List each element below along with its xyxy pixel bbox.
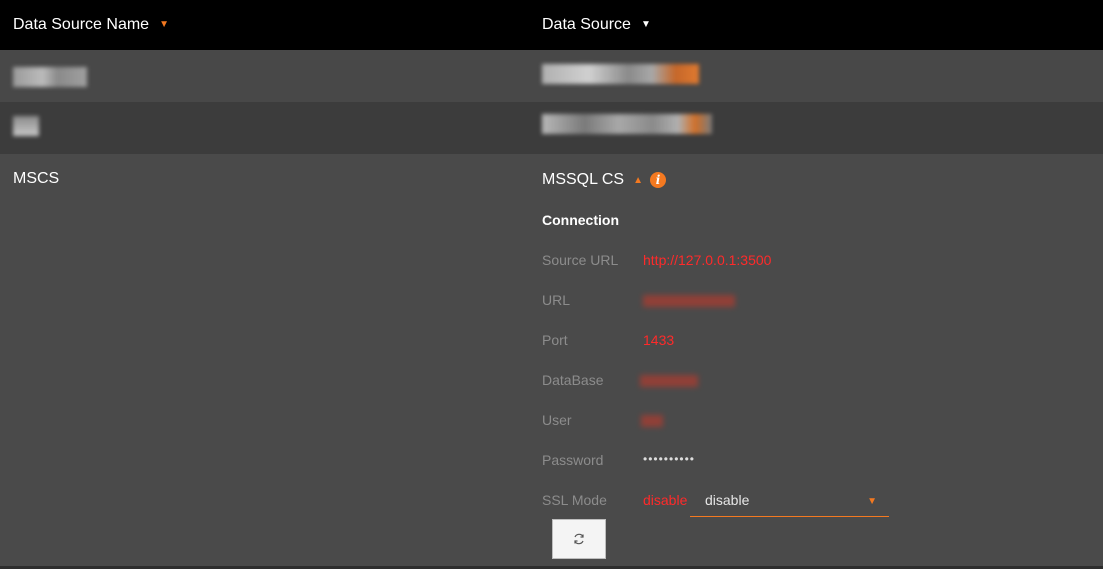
redacted-user-value	[641, 415, 663, 427]
password-label: Password	[542, 452, 604, 468]
info-icon[interactable]: i	[650, 172, 666, 188]
redacted-datasource	[542, 114, 712, 134]
redacted-datasource	[542, 64, 699, 84]
column-header-data-source[interactable]: Data Source ▼	[542, 0, 651, 50]
data-source-type: MSSQL CS	[542, 171, 625, 188]
database-label: DataBase	[542, 372, 604, 388]
user-label: User	[542, 412, 572, 428]
refresh-button[interactable]	[552, 519, 606, 559]
column-header-label: Data Source Name	[13, 16, 150, 33]
sort-caret-icon: ▼	[159, 19, 169, 30]
table-row[interactable]	[0, 50, 1103, 102]
chevron-down-icon: ▼	[867, 496, 877, 507]
data-source-cell[interactable]: MSSQL CS ▲ i	[542, 171, 666, 189]
table-row[interactable]	[0, 102, 1103, 154]
ssl-mode-value: disable	[643, 492, 688, 508]
redacted-url-value	[643, 295, 735, 307]
refresh-icon	[574, 533, 584, 545]
redacted-name	[13, 116, 39, 136]
column-header-label: Data Source	[542, 16, 631, 33]
redacted-name	[13, 67, 87, 87]
source-url-label: Source URL	[542, 252, 619, 268]
source-url-value: http://127.0.0.1:3500	[643, 252, 772, 268]
column-header-data-source-name[interactable]: Data Source Name ▼	[13, 0, 169, 50]
redacted-database-value	[640, 375, 698, 387]
password-value: ••••••••••	[643, 452, 696, 466]
ssl-mode-selected: disable	[705, 492, 750, 508]
url-label: URL	[542, 292, 571, 308]
ssl-mode-label: SSL Mode	[542, 492, 607, 508]
port-label: Port	[542, 332, 568, 348]
ssl-mode-select[interactable]: disable ▼	[690, 486, 889, 517]
connection-heading: Connection	[542, 212, 619, 228]
dropdown-caret-icon: ▼	[640, 19, 651, 30]
data-source-name-cell: MSCS	[13, 170, 60, 187]
table-header: Data Source Name ▼ Data Source ▼	[0, 0, 1103, 50]
collapse-caret-icon[interactable]: ▲	[633, 175, 643, 186]
port-value: 1433	[643, 332, 675, 348]
